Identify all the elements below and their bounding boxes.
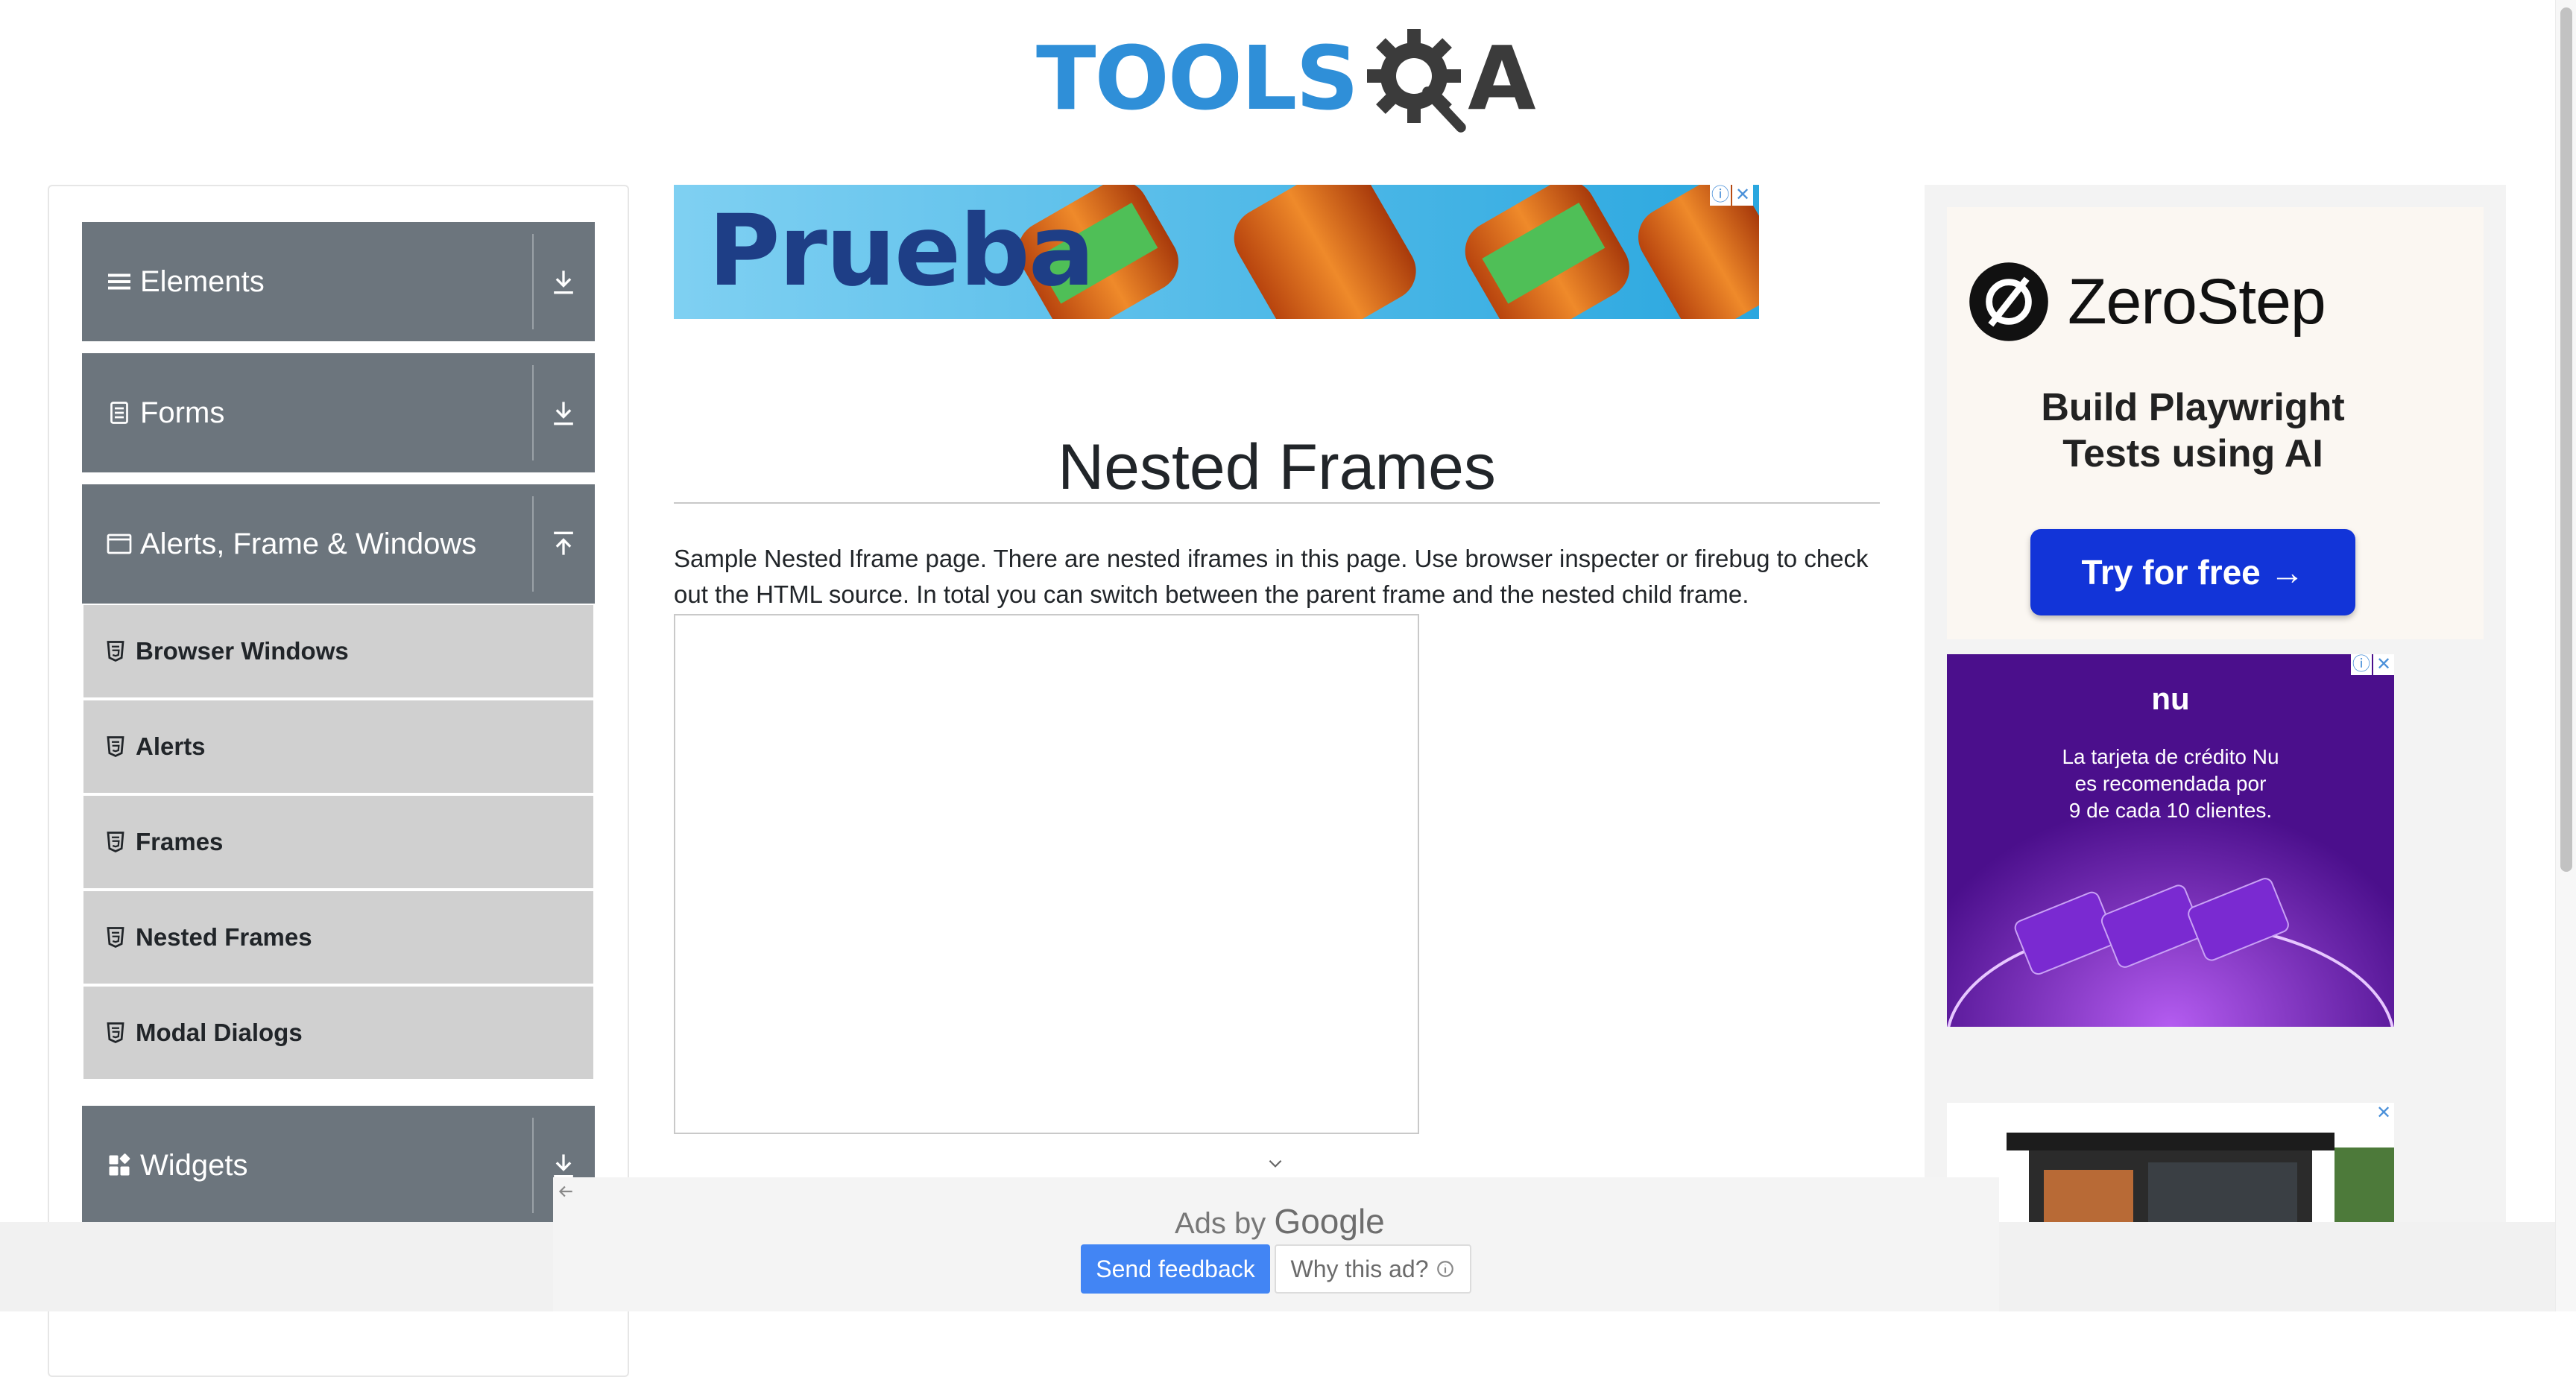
html5-icon bbox=[107, 1022, 124, 1044]
page-description: Sample Nested Iframe page. There are nes… bbox=[674, 545, 1869, 608]
toolsqa-logo[interactable]: TOOLS A bbox=[1036, 21, 1536, 136]
hamburger-icon bbox=[108, 273, 130, 290]
ad-info-icon[interactable]: ⓘ bbox=[1710, 185, 1731, 206]
sidebar-group-label: Elements bbox=[140, 265, 265, 298]
zerostep-logo: ZeroStep bbox=[1968, 261, 2326, 343]
sidebar-item-browser-windows[interactable]: Browser Windows bbox=[83, 605, 593, 697]
sidebar-group-forms[interactable]: Forms bbox=[82, 353, 595, 472]
logo-a-text: A bbox=[1468, 27, 1535, 130]
window-icon bbox=[107, 534, 132, 554]
back-arrow-icon[interactable] bbox=[556, 1182, 575, 1201]
try-for-free-button[interactable]: Try for free → bbox=[2030, 529, 2355, 615]
download-arrow-icon[interactable] bbox=[547, 396, 580, 429]
logo-tools-text: TOOLS bbox=[1036, 27, 1359, 130]
zerostep-brand: ZeroStep bbox=[2068, 265, 2326, 338]
sidebar-item-frames[interactable]: Frames bbox=[83, 796, 593, 888]
ads-by-text: Ads by bbox=[1175, 1207, 1266, 1240]
sidebar-item-nested-frames[interactable]: Nested Frames bbox=[83, 891, 593, 984]
sidebar-item-alerts[interactable]: Alerts bbox=[83, 700, 593, 793]
top-banner-ad[interactable]: Prueba ⓘ ✕ bbox=[674, 185, 1759, 319]
send-feedback-button[interactable]: Send feedback bbox=[1081, 1244, 1270, 1294]
nu-text-line: 9 de cada 10 clientes. bbox=[2068, 799, 2273, 822]
sidebar-group-elements[interactable]: Elements bbox=[82, 222, 595, 341]
gear-magnifier-icon bbox=[1367, 29, 1467, 133]
title-divider bbox=[674, 502, 1880, 504]
sidebar-item-label: Modal Dialogs bbox=[136, 1019, 303, 1046]
sidebar-group-alerts-frame-windows[interactable]: Alerts, Frame & Windows bbox=[82, 484, 595, 604]
ad-close-icon[interactable]: ✕ bbox=[1732, 185, 1753, 206]
banner-ad-headline: Prueba bbox=[708, 194, 1095, 308]
divider bbox=[532, 1118, 534, 1213]
form-icon bbox=[110, 402, 128, 424]
sidebar-item-label: Browser Windows bbox=[136, 637, 349, 665]
info-icon bbox=[1437, 1261, 1454, 1277]
sidebar-group-widgets[interactable]: Widgets bbox=[82, 1106, 595, 1225]
divider bbox=[532, 234, 534, 329]
sidebar-item-label: Frames bbox=[136, 828, 224, 855]
chevron-down-icon[interactable] bbox=[1266, 1153, 1285, 1173]
right-ad-column: ZeroStep Build Playwright Tests using AI… bbox=[1925, 185, 2506, 1311]
why-this-ad-button[interactable]: Why this ad? bbox=[1275, 1244, 1471, 1294]
tagline-line: Build Playwright bbox=[2041, 386, 2345, 429]
sidebar-group-label: Alerts, Frame & Windows bbox=[140, 527, 477, 560]
ad-info-icon[interactable]: ⓘ bbox=[2351, 654, 2372, 675]
nu-ad-text: La tarjeta de crédito Nu es recomendada … bbox=[1947, 744, 2394, 824]
sidebar-group-label: Widgets bbox=[140, 1148, 248, 1182]
divider bbox=[532, 496, 534, 592]
left-sidebar: Elements Forms Alerts, Frame & Windows B… bbox=[48, 185, 629, 1377]
google-wordmark: Google bbox=[1274, 1202, 1385, 1241]
nu-text-line: La tarjeta de crédito Nu bbox=[2062, 745, 2279, 768]
download-arrow-icon[interactable] bbox=[547, 265, 580, 298]
ad-close-icon[interactable]: ✕ bbox=[2373, 1103, 2394, 1124]
html5-icon bbox=[107, 641, 124, 662]
nu-ad[interactable]: nu La tarjeta de crédito Nu es recomenda… bbox=[1947, 654, 2394, 1027]
page-title: Nested Frames bbox=[1058, 431, 1496, 503]
scrollbar-thumb[interactable] bbox=[2560, 7, 2572, 872]
upload-arrow-icon[interactable] bbox=[547, 528, 580, 560]
ad-close-icon[interactable]: ✕ bbox=[2373, 654, 2394, 675]
html5-icon bbox=[107, 736, 124, 758]
tagline-line: Tests using AI bbox=[2062, 432, 2323, 475]
nu-logo: nu bbox=[2151, 681, 2190, 716]
widgets-icon bbox=[109, 1153, 130, 1176]
sidebar-group-label: Forms bbox=[140, 396, 225, 429]
why-this-ad-label: Why this ad? bbox=[1290, 1255, 1429, 1282]
zerostep-logo-icon bbox=[1969, 262, 2048, 341]
zerostep-tagline: Build Playwright Tests using AI bbox=[1947, 384, 2439, 477]
vertical-scrollbar[interactable] bbox=[2555, 0, 2576, 1311]
divider bbox=[532, 365, 534, 460]
html5-icon bbox=[107, 832, 124, 853]
zerostep-ad[interactable]: ZeroStep Build Playwright Tests using AI… bbox=[1947, 207, 2484, 639]
html5-icon bbox=[107, 927, 124, 949]
parent-iframe[interactable] bbox=[674, 614, 1419, 1134]
sidebar-item-label: Alerts bbox=[136, 732, 206, 760]
sidebar-item-label: Nested Frames bbox=[136, 923, 312, 951]
sidebar-item-modal-dialogs[interactable]: Modal Dialogs bbox=[83, 987, 593, 1079]
nu-text-line: es recomendada por bbox=[2074, 772, 2267, 795]
ads-by-google-label: Ads by Google bbox=[1175, 1201, 1385, 1241]
